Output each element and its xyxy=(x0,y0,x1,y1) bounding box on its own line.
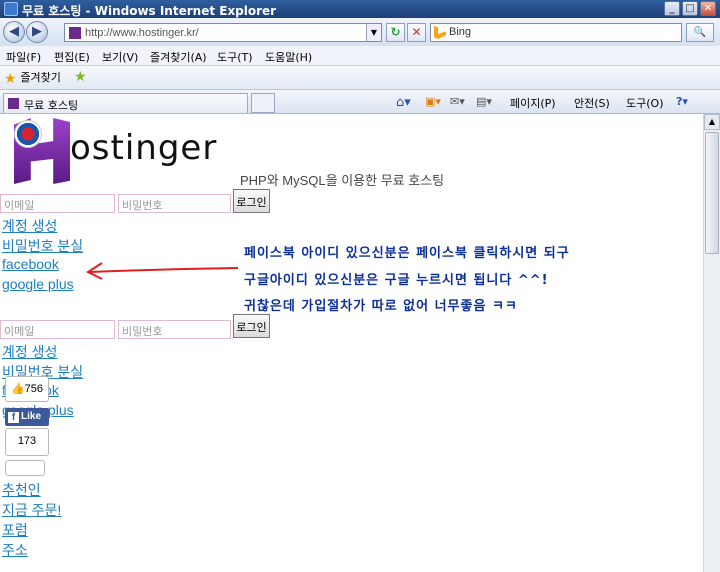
like-count: 756 xyxy=(24,383,44,395)
home-icon[interactable]: ⌂▾ xyxy=(396,95,411,110)
menu-bar: 파일(F) 편집(E) 보기(V) 즐겨찾기(A) 도구(T) 도움말(H) xyxy=(0,46,720,66)
like-count-box: 👍756 xyxy=(5,376,49,402)
scroll-thumb[interactable] xyxy=(705,132,719,254)
back-button[interactable]: ◀ xyxy=(3,21,25,43)
back-arrow-icon: ◀ xyxy=(9,24,19,39)
login-button-2[interactable]: 로그인 xyxy=(233,314,270,338)
red-arrow-annotation xyxy=(85,262,239,280)
feeds-icon[interactable]: ▣▾ xyxy=(425,95,441,108)
forgot-password-link[interactable]: 비밀번호 분실 xyxy=(2,236,83,256)
maximize-button[interactable]: □ xyxy=(682,1,698,16)
create-account-link-2[interactable]: 계정 생성 xyxy=(2,342,57,362)
scroll-up-arrow-icon[interactable]: ▲ xyxy=(704,114,720,130)
annotation-line-1: 페이스북 아이디 있으신분은 페이스북 클릭하시면 되구 xyxy=(244,246,570,261)
thumbs-up-icon: 👍 xyxy=(10,383,25,395)
search-box[interactable]: Bing xyxy=(430,23,682,42)
tagline: PHP와 MySQL을 이용한 무료 호스팅 xyxy=(240,173,445,188)
ie-icon xyxy=(4,2,18,16)
menu-file[interactable]: 파일(F) xyxy=(6,49,41,65)
menu-view[interactable]: 보기(V) xyxy=(102,49,138,65)
bing-icon xyxy=(434,26,446,39)
share-empty-box[interactable] xyxy=(5,460,45,476)
print-icon[interactable]: ▤▾ xyxy=(476,95,492,108)
password-input-2[interactable]: 비밀번호 xyxy=(118,320,231,339)
site-favicon-icon xyxy=(69,27,81,39)
create-account-link[interactable]: 계정 생성 xyxy=(2,216,57,236)
vertical-scrollbar[interactable]: ▲ xyxy=(703,114,720,572)
social-share-widget: 👍756 f Like 173 xyxy=(5,376,51,572)
favorites-star-icon: ★ xyxy=(4,71,17,87)
new-tab-button[interactable] xyxy=(251,93,275,113)
stop-button[interactable]: ✕ xyxy=(407,23,426,42)
annotation-line-3: 귀찮은데 가입절차가 따로 없어 너무좋음 ㅋㅋ xyxy=(244,299,518,314)
email-input[interactable]: 이메일 xyxy=(0,194,115,213)
facebook-icon: f xyxy=(8,412,19,423)
like-label: Like xyxy=(21,411,42,422)
address-url: http://www.hostinger.kr/ xyxy=(85,27,199,39)
add-favorite-star-icon: ★ xyxy=(74,69,87,85)
refresh-button[interactable]: ↻ xyxy=(386,23,405,42)
minimize-button[interactable]: _ xyxy=(664,1,680,16)
favorites-button[interactable]: ★ 즐겨찾기 xyxy=(4,69,61,87)
menu-tools[interactable]: 도구(T) xyxy=(217,49,253,65)
window-title: 무료 호스팅 - Windows Internet Explorer xyxy=(22,4,277,18)
safety-menu[interactable]: 안전(S) xyxy=(574,95,610,111)
search-engine-label: Bing xyxy=(449,26,472,38)
email-input-2[interactable]: 이메일 xyxy=(0,320,115,339)
search-go-button[interactable]: 🔍 xyxy=(686,23,714,42)
tools-menu[interactable]: 도구(O) xyxy=(626,95,663,111)
tab-favicon-icon xyxy=(8,98,19,109)
address-dropdown-button[interactable]: ▼ xyxy=(366,24,381,41)
mail-icon[interactable]: ✉▾ xyxy=(450,95,465,108)
menu-edit[interactable]: 편집(E) xyxy=(54,49,90,65)
annotation-line-2: 구글아이디 있으신분은 구글 누르시면 됩니다 ^^! xyxy=(244,273,549,288)
facebook-link[interactable]: facebook xyxy=(2,256,59,272)
hostinger-logo[interactable]: ostinger xyxy=(14,118,242,188)
logo-wordmark: ostinger xyxy=(70,128,218,168)
tab-bar: 무료 호스팅 ⌂▾ ▣▾ ✉▾ ▤▾ 페이지(P) 안전(S) 도구(O) ?▾ xyxy=(0,90,720,114)
favorites-label: 즐겨찾기 xyxy=(20,71,61,84)
menu-help[interactable]: 도움말(H) xyxy=(265,49,312,65)
password-input[interactable]: 비밀번호 xyxy=(118,194,231,213)
close-button[interactable]: ✕ xyxy=(700,1,716,16)
menu-favorites[interactable]: 즐겨찾기(A) xyxy=(150,49,207,65)
tab-current[interactable]: 무료 호스팅 xyxy=(3,93,248,113)
address-bar[interactable]: http://www.hostinger.kr/ ▼ xyxy=(64,23,382,42)
title-bar: 무료 호스팅 - Windows Internet Explorer _ □ ✕ xyxy=(0,0,720,18)
tab-label: 무료 호스팅 xyxy=(24,99,79,112)
forward-button[interactable]: ▶ xyxy=(26,21,48,43)
add-favorite-button[interactable]: ★ xyxy=(74,69,87,85)
facebook-like-button[interactable]: f Like xyxy=(5,408,49,426)
google-plus-link[interactable]: google plus xyxy=(2,276,74,292)
page-content: ostinger PHP와 MySQL을 이용한 무료 호스팅 이메일 비밀번호… xyxy=(0,114,703,572)
korea-flag-icon xyxy=(14,120,42,148)
help-icon[interactable]: ?▾ xyxy=(676,95,688,108)
favorites-bar: ★ 즐겨찾기 ★ xyxy=(0,66,720,90)
login-button[interactable]: 로그인 xyxy=(233,189,270,213)
share-count-box: 173 xyxy=(5,428,49,456)
page-menu[interactable]: 페이지(P) xyxy=(510,95,556,111)
forward-arrow-icon: ▶ xyxy=(32,24,42,39)
address-toolbar: ◀ ▶ http://www.hostinger.kr/ ▼ ↻ ✕ Bing … xyxy=(0,18,720,46)
